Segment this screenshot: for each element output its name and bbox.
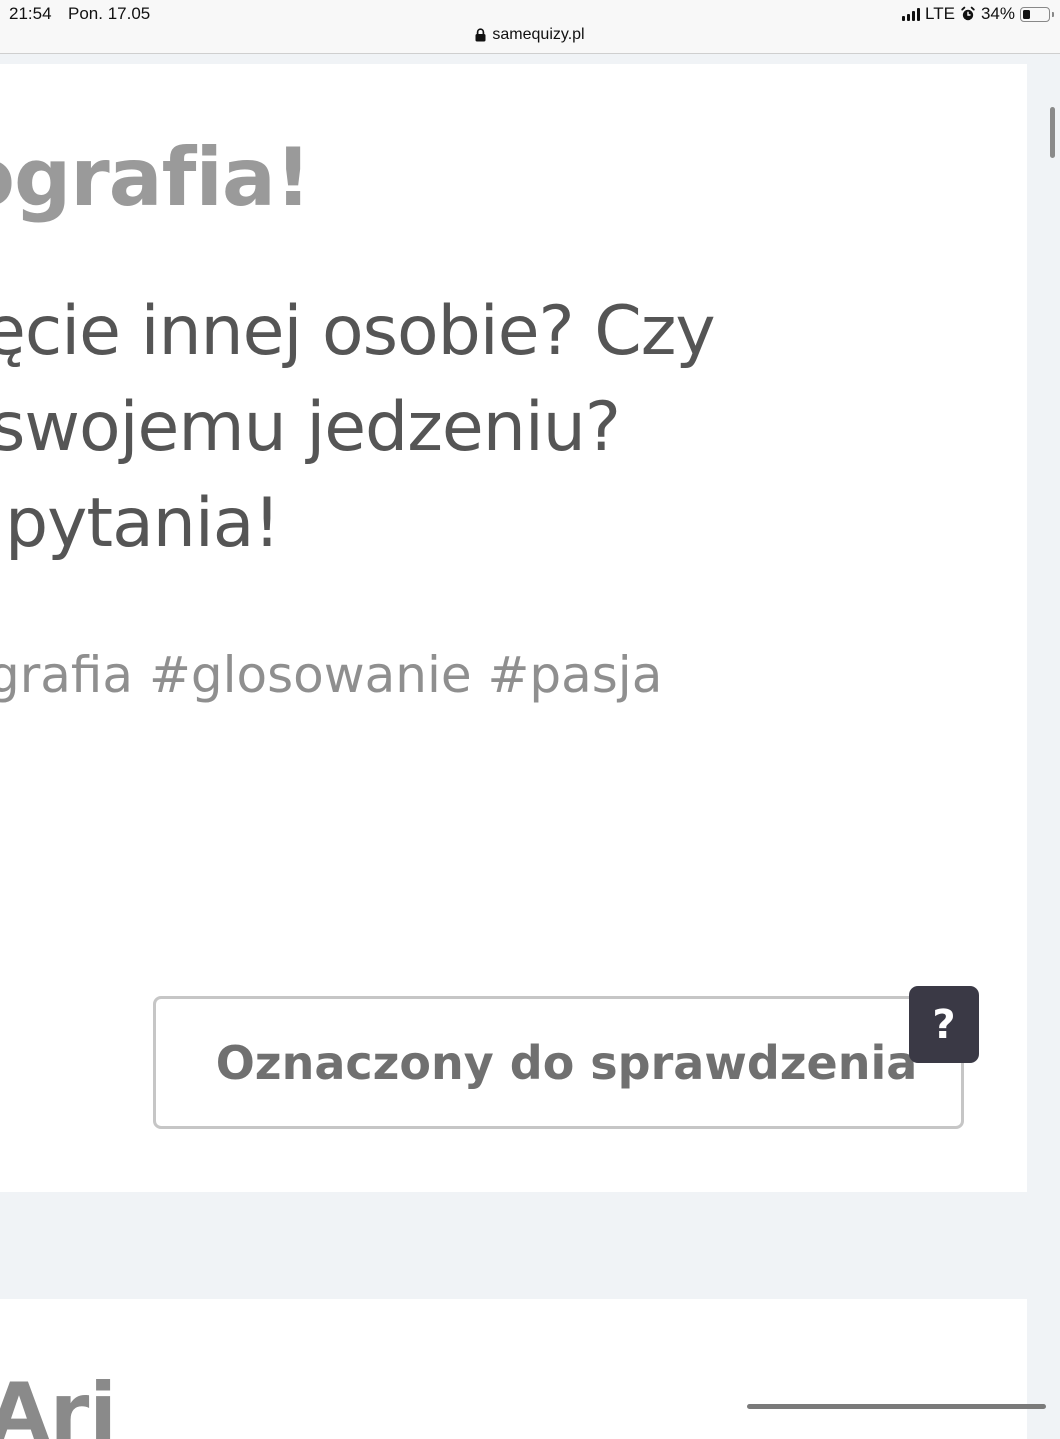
next-quiz-card[interactable]: Ari: [0, 1299, 1027, 1439]
status-date: Pon. 17.05: [68, 4, 151, 23]
battery-level-fill: [1023, 9, 1030, 19]
alarm-icon: [961, 6, 975, 21]
address-bar[interactable]: samequizy.pl: [0, 26, 1060, 44]
scrollbar[interactable]: [1050, 107, 1055, 158]
home-indicator: [747, 1404, 1046, 1409]
battery-percent: 34%: [980, 4, 1015, 23]
battery-icon: [1020, 6, 1054, 22]
next-quiz-title[interactable]: Ari: [0, 1373, 117, 1439]
description-line-3: pytania!: [5, 484, 281, 563]
quiz-title[interactable]: ografia!: [0, 138, 311, 218]
quiz-tags[interactable]: grafia #glosowanie #pasja: [0, 650, 662, 700]
lock-icon: [475, 28, 486, 42]
url-text[interactable]: samequizy.pl: [492, 26, 584, 44]
signal-icon: [902, 7, 921, 21]
network-label: LTE: [925, 4, 955, 23]
status-indicators: LTE 34%: [902, 4, 1054, 24]
description-line-1: ęcie innej osobie? Czy: [0, 292, 716, 371]
help-button[interactable]: ?: [909, 986, 979, 1063]
status-time: 21:54: [9, 4, 52, 23]
flagged-for-review-button[interactable]: Oznaczony do sprawdzenia: [153, 996, 964, 1129]
description-line-2: swojemu jedzeniu?: [0, 388, 621, 467]
status-bar: 21:54 Pon. 17.05 LTE 34% samequizy.pl: [0, 0, 1060, 54]
